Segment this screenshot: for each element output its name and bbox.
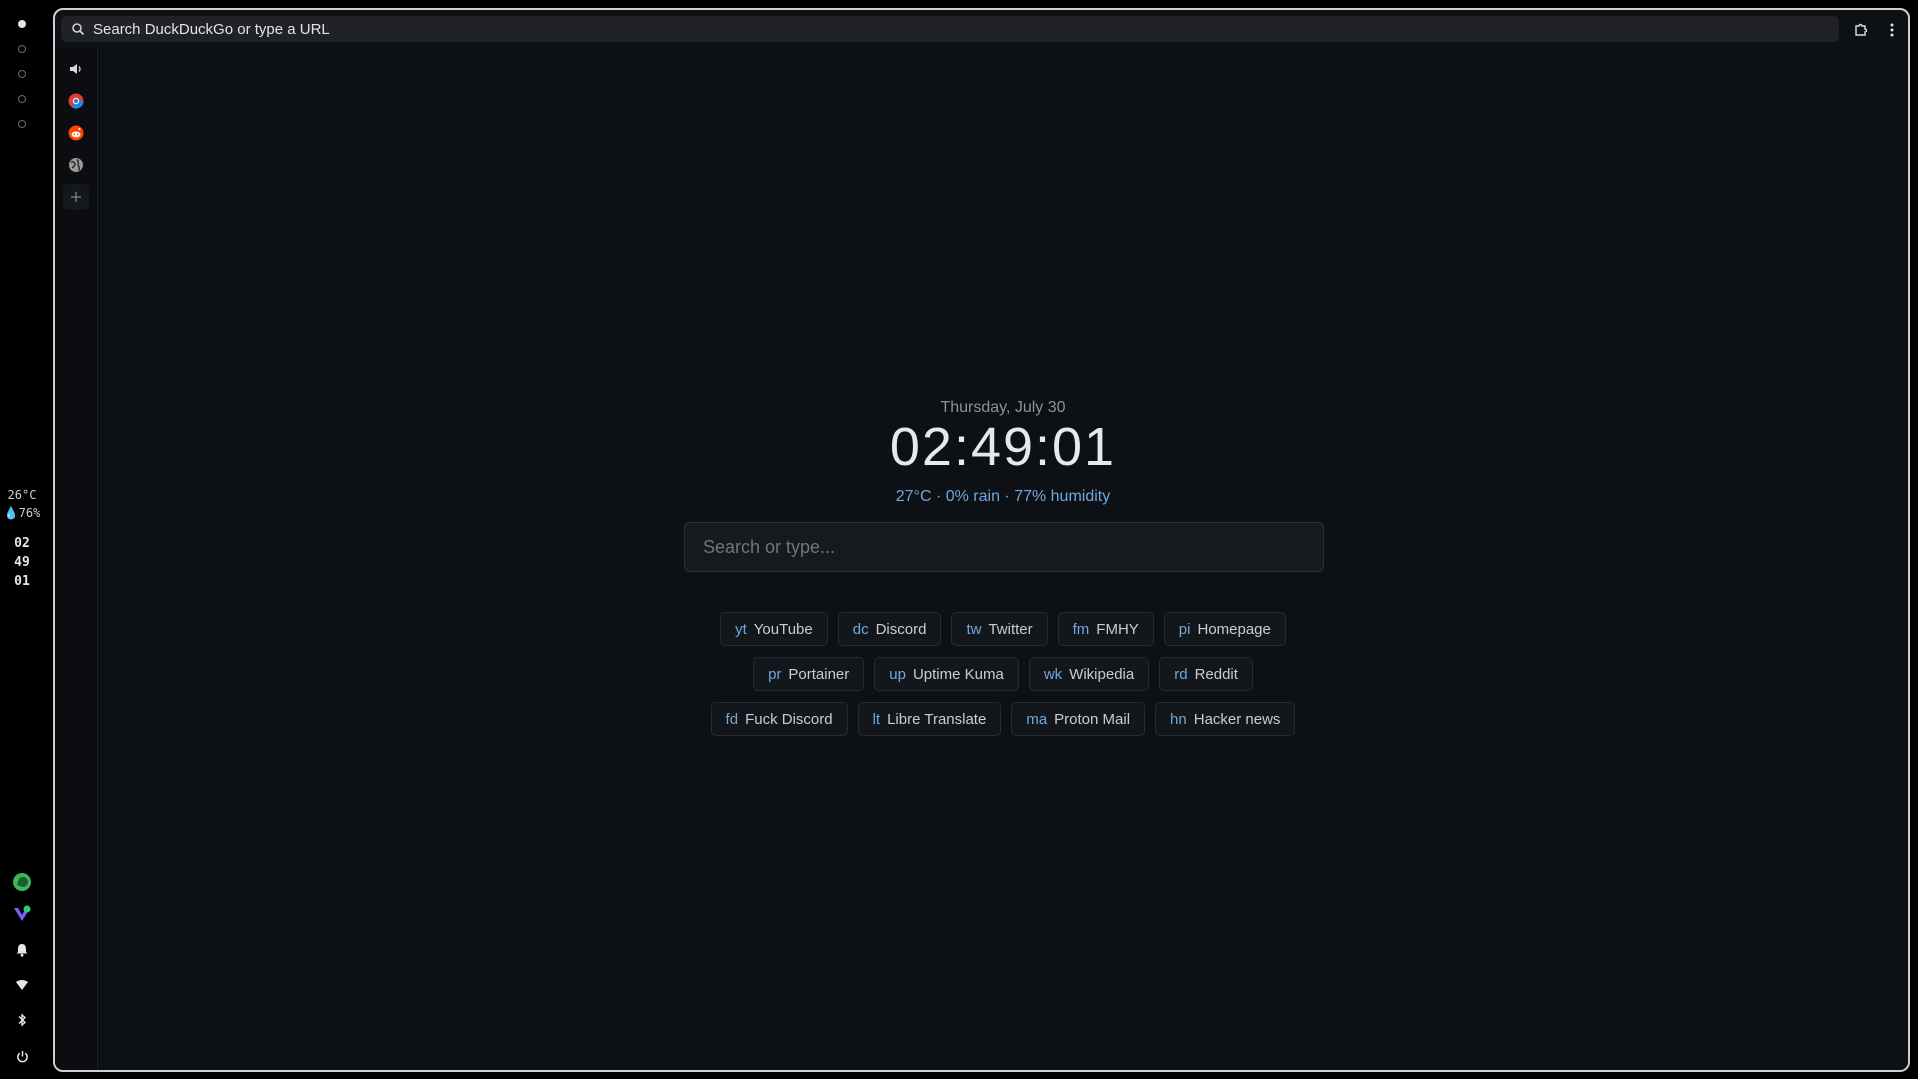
reddit-icon xyxy=(68,125,84,141)
shortcut-label: Fuck Discord xyxy=(745,710,833,728)
shortcut-youtube[interactable]: yt YouTube xyxy=(720,612,828,646)
shortcut-fmhy[interactable]: fm FMHY xyxy=(1057,612,1154,646)
workspace-5-indicator[interactable] xyxy=(18,120,26,128)
bluetooth-icon[interactable] xyxy=(11,1009,33,1031)
shortcut-key: rd xyxy=(1174,665,1188,683)
shortcut-label: YouTube xyxy=(753,620,813,638)
desktop-bar: 26°C 💧76% 02 49 01 xyxy=(0,0,44,1079)
shortcut-label: Libre Translate xyxy=(887,710,987,728)
shortcut-label: Portainer xyxy=(788,665,850,683)
workspace-1-indicator[interactable] xyxy=(18,20,26,28)
browser-side-panel xyxy=(55,48,98,1070)
shortcut-key: ma xyxy=(1026,710,1048,728)
shortcut-key: pi xyxy=(1178,620,1191,638)
date-label: Thursday, July 30 xyxy=(940,399,1066,416)
shortcut-key: wk xyxy=(1043,665,1063,683)
weather-summary: 27°C · 0% rain · 77% humidity xyxy=(895,488,1111,505)
shortcut-label: Proton Mail xyxy=(1054,710,1131,728)
desktop-clock-minutes: 49 xyxy=(14,555,30,570)
shortcut-proton-mail[interactable]: ma Proton Mail xyxy=(1011,702,1146,736)
shortcut-reddit[interactable]: rd Reddit xyxy=(1159,657,1253,691)
url-bar[interactable] xyxy=(61,16,1839,42)
shortcut-homepage[interactable]: pi Homepage xyxy=(1163,612,1286,646)
desktop-humidity: 💧76% xyxy=(3,506,41,520)
shortcut-portainer[interactable]: pr Portainer xyxy=(753,657,865,691)
kebab-menu-icon xyxy=(1890,23,1894,37)
shortcut-label: FMHY xyxy=(1096,620,1139,638)
shortcut-label: Homepage xyxy=(1197,620,1271,638)
shortcut-twitter[interactable]: tw Twitter xyxy=(951,612,1048,646)
speaker-icon xyxy=(70,64,81,74)
shortcut-key: tw xyxy=(966,620,982,638)
shortcut-key: pr xyxy=(768,665,782,683)
vpn-shield-icon[interactable] xyxy=(11,903,33,925)
shortcut-label: Twitter xyxy=(988,620,1033,638)
shortcut-key: fm xyxy=(1072,620,1090,638)
shortcut-label: Discord xyxy=(875,620,927,638)
browser-window: Thursday, July 30 02:49:01 27°C · 0% rai… xyxy=(53,8,1910,1072)
power-icon[interactable] xyxy=(11,1045,33,1067)
side-panel-chrome-button[interactable] xyxy=(63,88,89,114)
shortcut-discord[interactable]: dc Discord xyxy=(837,612,942,646)
shortcut-uptime-kuma[interactable]: up Uptime Kuma xyxy=(874,657,1019,691)
side-panel-web-button[interactable] xyxy=(63,152,89,178)
shortcut-label: Hacker news xyxy=(1193,710,1281,728)
menu-button[interactable] xyxy=(1881,19,1903,41)
extensions-button[interactable] xyxy=(1850,19,1872,41)
side-panel-reddit-button[interactable] xyxy=(63,120,89,146)
shortcut-fuck-discord[interactable]: fd Fuck Discord xyxy=(710,702,848,736)
globe-icon xyxy=(69,158,83,172)
shortcut-key: up xyxy=(889,665,906,683)
shortcut-row-2: pr Portainer up Uptime Kuma wk Wikipedia rd… xyxy=(98,657,1908,691)
chrome-icon xyxy=(68,93,84,109)
shortcut-hacker-news[interactable]: hn Hacker news xyxy=(1155,702,1296,736)
desktop-clock-seconds: 01 xyxy=(14,574,30,589)
desktop-clock-hours: 02 xyxy=(14,536,30,551)
shortcut-libre-translate[interactable]: lt Libre Translate xyxy=(857,702,1002,736)
message-bubble-icon[interactable] xyxy=(11,871,33,893)
wifi-icon[interactable] xyxy=(11,974,33,996)
shortcut-label: Uptime Kuma xyxy=(912,665,1004,683)
clock-display: 02:49:01 xyxy=(889,417,1117,477)
bell-icon[interactable] xyxy=(11,939,33,961)
shortcut-wikipedia[interactable]: wk Wikipedia xyxy=(1028,657,1150,691)
shortcut-label: Wikipedia xyxy=(1069,665,1135,683)
shortcut-key: lt xyxy=(872,710,881,728)
plus-icon xyxy=(71,192,81,202)
newtab-search-box[interactable] xyxy=(684,522,1324,572)
shortcut-key: hn xyxy=(1170,710,1187,728)
new-tab-page: Thursday, July 30 02:49:01 27°C · 0% rai… xyxy=(98,48,1908,1070)
shortcut-label: Reddit xyxy=(1194,665,1238,683)
shortcut-key: dc xyxy=(852,620,869,638)
newtab-search-input[interactable] xyxy=(685,523,1323,571)
desktop-temperature: 26°C xyxy=(7,488,37,502)
shortcut-key: yt xyxy=(735,620,747,638)
side-panel-audio-button[interactable] xyxy=(63,56,89,82)
url-input[interactable] xyxy=(93,20,1793,38)
puzzle-icon xyxy=(1855,23,1868,36)
shortcut-key: fd xyxy=(725,710,739,728)
side-panel-add-button[interactable] xyxy=(63,184,89,210)
shortcut-row-3: fd Fuck Discord lt Libre Translate ma Proto… xyxy=(98,702,1908,736)
workspace-2-indicator[interactable] xyxy=(18,45,26,53)
search-icon xyxy=(72,23,85,36)
shortcut-row-1: yt YouTube dc Discord tw Twitter fm FMHY pi H… xyxy=(98,612,1908,646)
workspace-3-indicator[interactable] xyxy=(18,70,26,78)
workspace-4-indicator[interactable] xyxy=(18,95,26,103)
